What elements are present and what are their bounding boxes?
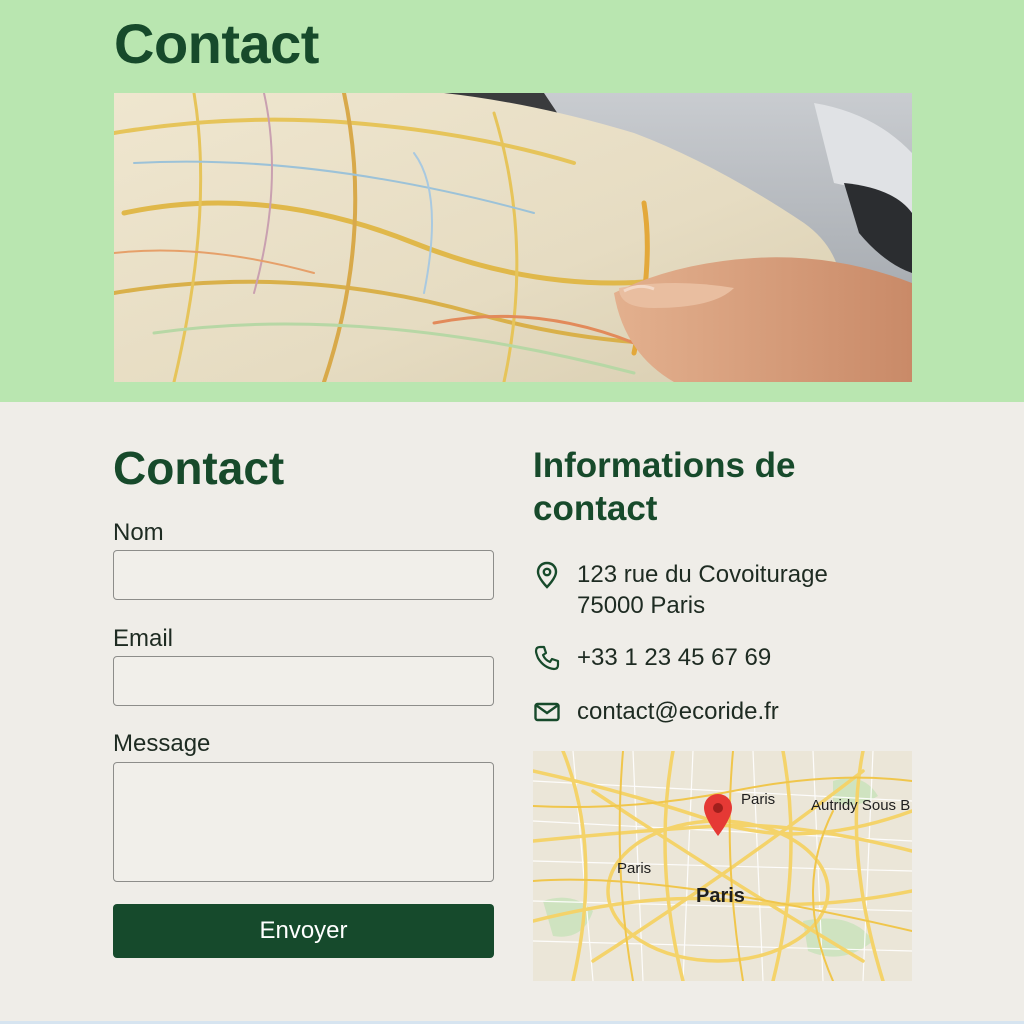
message-textarea[interactable]: [113, 762, 494, 882]
mail-icon: [533, 698, 561, 726]
name-input[interactable]: [113, 550, 494, 600]
phone-text: +33 1 23 45 67 69: [577, 644, 772, 671]
location-pin-icon: [533, 561, 561, 589]
name-label: Nom: [113, 519, 164, 546]
hero-image: [114, 93, 912, 382]
map-label-top-right: Autridy Sous B: [811, 797, 911, 814]
hero-section: Contact: [0, 0, 1024, 402]
contact-section: Contact Nom Email Message Envoyer Inform…: [0, 402, 1024, 1024]
email-label: Email: [113, 625, 174, 652]
phone-icon: [533, 644, 561, 672]
map-label-left: Paris: [617, 860, 652, 877]
address-line-1: 123 rue du Covoiturage: [577, 561, 828, 588]
map-label-top: Paris: [741, 791, 776, 808]
address-row: 123 rue du Covoiturage 75000 Paris: [533, 559, 828, 621]
submit-button[interactable]: Envoyer: [113, 904, 494, 958]
info-title: Informations de contact: [533, 446, 796, 528]
map-marker-icon[interactable]: [703, 793, 733, 837]
message-label: Message: [113, 730, 211, 757]
phone-row: +33 1 23 45 67 69: [533, 642, 771, 673]
map-label-center: Paris: [696, 885, 745, 907]
hero-title: Contact: [114, 12, 319, 75]
email-row: contact@ecoride.fr: [533, 696, 779, 727]
email-text[interactable]: contact@ecoride.fr: [577, 696, 779, 727]
form-title: Contact: [113, 442, 285, 494]
email-input[interactable]: [113, 656, 494, 706]
location-map[interactable]: Paris Autridy Sous B Paris Paris: [533, 751, 912, 981]
address-line-2: 75000 Paris: [577, 592, 706, 619]
address-text: 123 rue du Covoiturage 75000 Paris: [577, 559, 828, 621]
